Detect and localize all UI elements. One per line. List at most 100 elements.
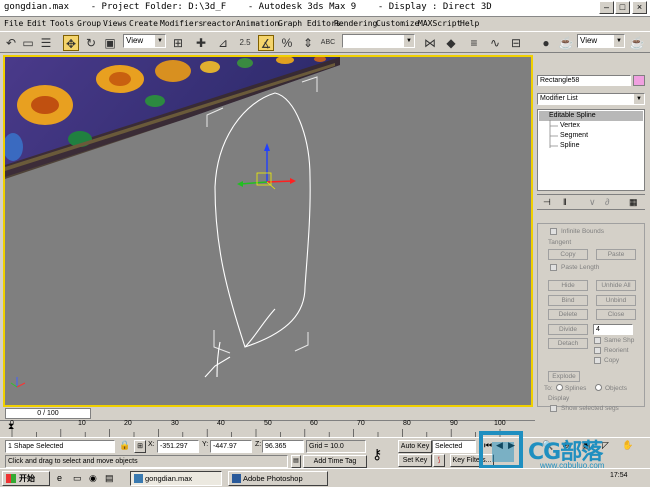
- select-scale-icon[interactable]: ▣: [102, 35, 118, 51]
- lock-selection-icon[interactable]: 🔒: [119, 440, 130, 451]
- menu-rendering[interactable]: Rendering: [334, 19, 377, 28]
- x-coordinate-field[interactable]: -351.297: [157, 440, 199, 453]
- spinner-snap-icon[interactable]: %: [279, 35, 295, 51]
- media-icon[interactable]: ◉: [89, 473, 97, 484]
- select-region-icon[interactable]: ▭: [20, 35, 36, 51]
- modifier-list-dropdown[interactable]: Modifier List ▼: [537, 93, 645, 105]
- absolute-mode-icon[interactable]: ⊞: [134, 440, 146, 453]
- close-button[interactable]: ×: [632, 1, 647, 14]
- splines-radio[interactable]: [556, 384, 563, 391]
- percent-snap-icon[interactable]: ∡: [258, 35, 274, 51]
- curve-editor-icon[interactable]: ∿: [487, 35, 503, 51]
- key-mode-toggle-icon[interactable]: ⟆: [433, 454, 445, 467]
- bind-button[interactable]: Bind: [548, 295, 588, 306]
- align-icon[interactable]: ◆: [443, 35, 459, 51]
- explode-button[interactable]: Explode: [548, 371, 580, 382]
- select-move-icon[interactable]: ✥: [63, 35, 79, 51]
- infinite-bounds-checkbox[interactable]: [550, 228, 557, 235]
- delete-button[interactable]: Delete: [548, 309, 588, 320]
- schematic-view-icon[interactable]: ⊟: [508, 35, 524, 51]
- show-end-result-icon[interactable]: ‖: [563, 197, 567, 207]
- menu-graph-editors[interactable]: Graph Editors: [278, 19, 341, 28]
- divide-button[interactable]: Divide: [548, 324, 588, 335]
- named-selection-set-dropdown[interactable]: ▼: [342, 34, 415, 48]
- select-rotate-icon[interactable]: ↻: [83, 35, 99, 51]
- copy-tangent-button[interactable]: Copy: [548, 249, 588, 260]
- menu-customize[interactable]: Customize: [376, 19, 419, 28]
- minimize-button[interactable]: –: [599, 1, 614, 14]
- make-unique-icon[interactable]: ∨: [589, 197, 596, 208]
- same-shape-checkbox[interactable]: [594, 337, 601, 344]
- mirror-icon[interactable]: ⋈: [422, 35, 438, 51]
- layer-manager-icon[interactable]: ≡: [466, 35, 482, 51]
- object-color-swatch[interactable]: [633, 75, 645, 86]
- menu-reactor[interactable]: reactor: [202, 19, 236, 28]
- menu-help[interactable]: Help: [460, 19, 479, 28]
- select-manipulate-icon[interactable]: ✚: [193, 35, 209, 51]
- close-spline-button[interactable]: Close: [596, 309, 636, 320]
- render-type-dropdown[interactable]: View ▼: [577, 34, 625, 48]
- taskbar-item-3dsmax[interactable]: gongdian.max: [130, 471, 222, 486]
- x-label: X:: [148, 441, 155, 448]
- menu-group[interactable]: Group: [77, 19, 101, 28]
- select-by-name-icon[interactable]: ☰: [38, 35, 54, 51]
- material-editor-icon[interactable]: ●: [538, 35, 554, 51]
- menu-maxscript[interactable]: MAXScript: [418, 19, 461, 28]
- divide-count-field[interactable]: 4: [593, 324, 633, 335]
- folder-icon[interactable]: ▤: [105, 473, 114, 484]
- named-selection-abc-icon[interactable]: ABC: [320, 35, 336, 51]
- edit-named-selection-icon[interactable]: ⇕: [300, 35, 316, 51]
- maximize-button[interactable]: □: [615, 1, 630, 14]
- copy-checkbox[interactable]: [594, 357, 601, 364]
- windows-logo-icon: [6, 474, 16, 483]
- snap-toggle-icon[interactable]: ⊿: [215, 35, 231, 51]
- objects-radio[interactable]: [595, 384, 602, 391]
- add-time-tag-button[interactable]: Add Time Tag: [303, 455, 367, 468]
- ie-icon[interactable]: e: [57, 473, 62, 483]
- detach-button[interactable]: Detach: [548, 338, 588, 349]
- set-key-icon[interactable]: ⚷: [372, 446, 382, 463]
- stack-item-segment[interactable]: Segment: [560, 132, 588, 139]
- set-key-button[interactable]: Set Key: [398, 454, 432, 467]
- time-slider[interactable]: 0 / 100: [5, 408, 91, 419]
- track-bar[interactable]: 0 10 20 30 40 50 60 70 80 90 100: [0, 420, 535, 437]
- show-selected-segs-checkbox[interactable]: [550, 405, 557, 412]
- paste-length-checkbox[interactable]: [550, 264, 557, 271]
- menu-edit[interactable]: Edit: [27, 19, 46, 28]
- render-setup-icon[interactable]: ☕: [558, 35, 574, 51]
- remove-modifier-icon[interactable]: ∂: [605, 197, 609, 207]
- perspective-viewport[interactable]: [3, 55, 533, 407]
- menu-animation[interactable]: Animation: [236, 19, 279, 28]
- show-desktop-icon[interactable]: ▭: [73, 473, 82, 484]
- quick-render-icon[interactable]: ☕: [629, 35, 645, 51]
- menu-tools[interactable]: Tools: [50, 19, 74, 28]
- menu-modifiers[interactable]: Modifiers: [160, 19, 203, 28]
- reorient-checkbox[interactable]: [594, 347, 601, 354]
- menu-create[interactable]: Create: [129, 19, 158, 28]
- menu-views[interactable]: Views: [103, 19, 127, 28]
- menu-file[interactable]: File: [4, 19, 23, 28]
- stack-item-vertex[interactable]: Vertex: [560, 122, 580, 129]
- hide-button[interactable]: Hide: [548, 280, 588, 291]
- auto-key-button[interactable]: Auto Key: [398, 440, 432, 453]
- y-coordinate-field[interactable]: -447.97: [210, 440, 252, 453]
- paste-tangent-button[interactable]: Paste: [596, 249, 636, 260]
- angle-snap-icon[interactable]: 2.5: [237, 35, 253, 51]
- reference-coord-dropdown[interactable]: View ▼: [123, 34, 166, 48]
- pivot-center-icon[interactable]: ⊞: [170, 35, 186, 51]
- key-mode-icon[interactable]: ⧗: [8, 421, 14, 432]
- textured-beam: [5, 57, 340, 179]
- object-name-field[interactable]: Rectangle58: [537, 75, 631, 86]
- start-button[interactable]: 开始: [2, 471, 50, 486]
- z-coordinate-field[interactable]: 96.365: [262, 440, 304, 453]
- unbind-button[interactable]: Unbind: [596, 295, 636, 306]
- stack-item-spline[interactable]: Spline: [560, 142, 579, 149]
- time-tag-icon[interactable]: ▤: [291, 455, 301, 468]
- taskbar-item-photoshop[interactable]: Adobe Photoshop: [228, 471, 328, 486]
- quick-launch: e ▭ ◉ ▤: [55, 471, 127, 486]
- configure-sets-icon[interactable]: ▦: [629, 197, 638, 208]
- pin-stack-icon[interactable]: ⊣: [543, 197, 551, 208]
- key-selection-dropdown[interactable]: Selected: [432, 440, 476, 453]
- undo-icon[interactable]: ↶: [3, 35, 19, 51]
- unhide-all-button[interactable]: Unhide All: [596, 280, 636, 291]
